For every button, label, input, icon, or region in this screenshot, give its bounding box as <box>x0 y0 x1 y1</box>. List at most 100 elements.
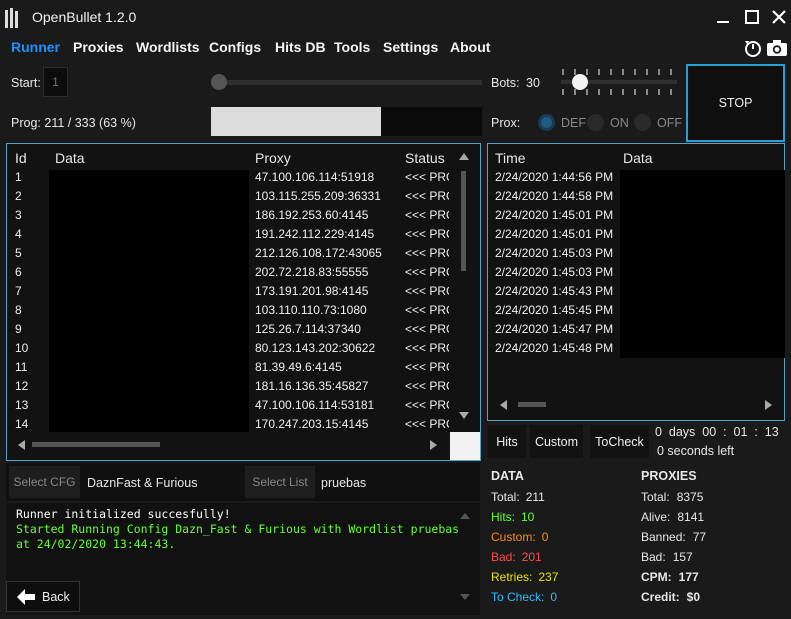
minimize-icon[interactable] <box>712 6 734 28</box>
prox-def-radio[interactable] <box>538 114 555 131</box>
nav-tools[interactable]: Tools <box>334 39 370 55</box>
scroll-left-icon[interactable] <box>500 400 507 410</box>
table-row[interactable]: 3 186.192.253.60:4145 <<< PRO <box>7 206 449 225</box>
hit-row[interactable]: 2/24/2020 1:45:47 PM <box>495 320 613 339</box>
row-status: <<< PRO <box>405 417 449 431</box>
col-status[interactable]: Status <box>405 150 445 166</box>
table-row[interactable]: 9 125.26.7.114:37340 <<< PRO <box>7 320 449 339</box>
table-row[interactable]: 14 170.247.203.15:4145 <<< PRO <box>7 415 449 432</box>
start-slider-track[interactable] <box>212 80 482 85</box>
hit-row[interactable]: 2/24/2020 1:45:03 PM <box>495 244 613 263</box>
openbullet-logo-icon <box>5 8 18 28</box>
prox-def-label: DEF <box>561 116 586 130</box>
nav-runner[interactable]: Runner <box>11 39 60 55</box>
maximize-icon[interactable] <box>741 6 763 28</box>
nav-configs[interactable]: Configs <box>209 39 261 55</box>
row-status: <<< PRO <box>405 379 449 393</box>
nav-proxies[interactable]: Proxies <box>73 39 124 55</box>
table-row[interactable]: 13 47.100.106.114:53181 <<< PRO <box>7 396 449 415</box>
data-stats: Total: 211 Hits: 10 Custom: 0 Bad: 201 Retries: 2… <box>491 489 558 609</box>
prox-on-label: ON <box>610 116 629 130</box>
row-id: 1 <box>15 170 22 184</box>
table-row[interactable]: 6 202.72.218.83:55555 <<< PRO <box>7 263 449 282</box>
scroll-down-icon[interactable] <box>460 594 470 600</box>
scroll-up-icon[interactable] <box>460 513 470 519</box>
row-status: <<< PRO <box>405 341 449 355</box>
hit-row[interactable]: 2/24/2020 1:45:01 PM <box>495 225 613 244</box>
data-hscroll[interactable] <box>8 436 448 454</box>
nav-about[interactable]: About <box>450 39 490 55</box>
table-row[interactable]: 2 103.115.255.209:36331 <<< PRO <box>7 187 449 206</box>
grid-corner <box>450 432 480 460</box>
screenshot-icon[interactable] <box>743 38 763 58</box>
row-id: 6 <box>15 265 22 279</box>
data-vscroll[interactable] <box>456 150 472 426</box>
nav-hits-db[interactable]: Hits DB <box>275 39 326 55</box>
stop-button[interactable]: STOP <box>686 64 785 142</box>
close-icon[interactable] <box>768 6 790 28</box>
table-row[interactable]: 1 47.100.106.114:51918 <<< PRO <box>7 168 449 187</box>
tab-tocheck[interactable]: ToCheck <box>590 425 649 458</box>
hits-hscroll[interactable] <box>492 398 782 412</box>
hscroll-thumb[interactable] <box>32 442 160 447</box>
row-status: <<< PRO <box>405 227 449 241</box>
scroll-down-icon[interactable] <box>459 412 469 419</box>
proxy-stat-row: Credit: $0 <box>641 589 706 609</box>
row-proxy: 212.126.108.172:43065 <box>255 246 382 260</box>
data-stat-row: Bad: 201 <box>491 549 558 569</box>
hit-row[interactable]: 2/24/2020 1:45:48 PM <box>495 339 613 358</box>
vscroll-thumb[interactable] <box>461 171 466 271</box>
data-stat-row: Hits: 10 <box>491 509 558 529</box>
table-row[interactable]: 8 103.110.110.73:1080 <<< PRO <box>7 301 449 320</box>
row-status: <<< PRO <box>405 284 449 298</box>
start-slider-thumb[interactable] <box>211 74 227 90</box>
table-row[interactable]: 5 212.126.108.172:43065 <<< PRO <box>7 244 449 263</box>
hit-row[interactable]: 2/24/2020 1:44:58 PM <box>495 187 613 206</box>
col-hit-data[interactable]: Data <box>623 150 653 166</box>
hit-row[interactable]: 2/24/2020 1:44:56 PM <box>495 168 613 187</box>
camera-icon[interactable] <box>766 39 788 57</box>
hit-row[interactable]: 2/24/2020 1:45:03 PM <box>495 263 613 282</box>
scroll-right-icon[interactable] <box>765 400 772 410</box>
table-row[interactable]: 7 173.191.201.98:4145 <<< PRO <box>7 282 449 301</box>
bots-slider[interactable] <box>558 66 682 98</box>
data-stat-value: 10 <box>521 510 535 524</box>
scroll-right-icon[interactable] <box>430 440 437 450</box>
table-row[interactable]: 4 191.242.112.229:4145 <<< PRO <box>7 225 449 244</box>
row-status: <<< PRO <box>405 398 449 412</box>
select-list-button[interactable]: Select List <box>245 466 315 498</box>
select-cfg-button[interactable]: Select CFG <box>9 466 80 498</box>
table-row[interactable]: 12 181.16.136.35:45827 <<< PRO <box>7 377 449 396</box>
data-stat-label: Bad: <box>491 550 516 564</box>
row-id: 5 <box>15 246 22 260</box>
scroll-up-icon[interactable] <box>459 153 469 160</box>
proxy-stat-row: Bad: 157 <box>641 549 706 569</box>
col-proxy[interactable]: Proxy <box>255 150 291 166</box>
nav-wordlists[interactable]: Wordlists <box>136 39 200 55</box>
col-time[interactable]: Time <box>495 150 526 166</box>
data-stat-label: Retries: <box>491 570 533 584</box>
proxy-stat-value: 8141 <box>677 510 705 524</box>
back-button[interactable]: Back <box>6 581 80 612</box>
col-id[interactable]: Id <box>15 150 27 166</box>
prog-value: 211 / 333 (63 %) <box>44 116 136 130</box>
tab-custom[interactable]: Custom <box>530 425 583 458</box>
prox-off-radio[interactable] <box>634 114 651 131</box>
table-row[interactable]: 11 81.39.49.6:4145 <<< PRO <box>7 358 449 377</box>
tab-hits[interactable]: Hits <box>488 425 526 458</box>
hit-row[interactable]: 2/24/2020 1:45:01 PM <box>495 206 613 225</box>
scroll-left-icon[interactable] <box>18 440 25 450</box>
nav-settings[interactable]: Settings <box>383 39 438 55</box>
row-proxy: 181.16.136.35:45827 <box>255 379 369 393</box>
hit-row[interactable]: 2/24/2020 1:45:45 PM <box>495 301 613 320</box>
col-data[interactable]: Data <box>55 150 85 166</box>
hit-row[interactable]: 2/24/2020 1:45:43 PM <box>495 282 613 301</box>
prox-on-radio[interactable] <box>587 114 604 131</box>
data-stat-label: Total: <box>491 490 520 504</box>
table-row[interactable]: 10 80.123.143.202:30622 <<< PRO <box>7 339 449 358</box>
start-input[interactable]: 1 <box>43 67 68 97</box>
row-id: 13 <box>15 398 29 412</box>
hits-hscroll-thumb[interactable] <box>518 402 546 407</box>
proxy-stats: Total: 8375 Alive: 8141 Banned: 77 Bad: 157 CPM:… <box>641 489 706 609</box>
hits-data-redacted <box>620 170 785 358</box>
